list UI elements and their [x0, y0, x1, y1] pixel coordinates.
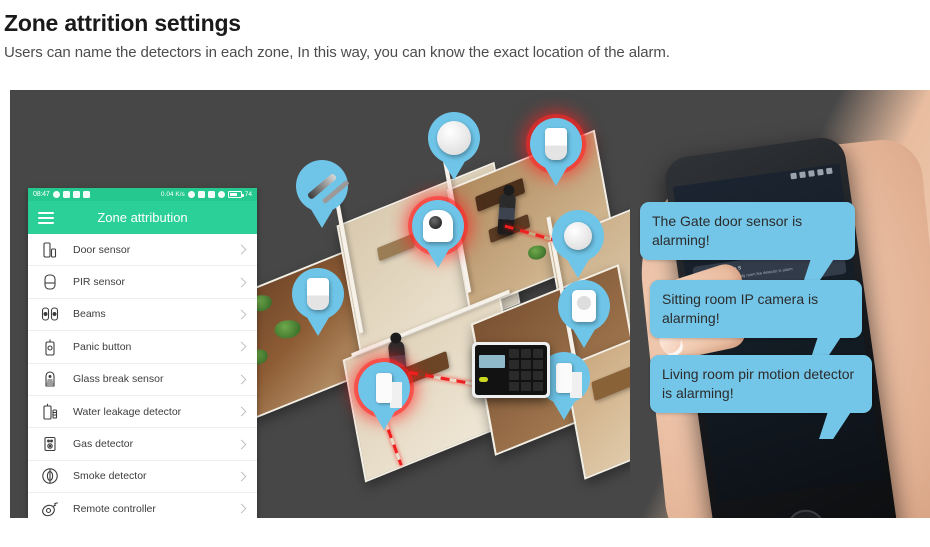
chevron-right-icon: [236, 277, 247, 288]
map-pin-pir-sensor-alarming[interactable]: [530, 118, 582, 170]
zone-label: Remote controller: [73, 502, 156, 515]
map-pin-smart-socket[interactable]: [558, 280, 610, 332]
app-status-bar: 08:47 0.04 K/s 74: [28, 188, 257, 201]
glass-break-icon: [38, 367, 62, 391]
alert-bubble-gate-door: The Gate door sensor is alarming!: [640, 202, 855, 260]
hero-panel: Jin An S 17:56 Study room fire detector …: [10, 90, 930, 518]
signal-icon: [207, 191, 215, 198]
page-title: Zone attrition settings: [4, 10, 241, 36]
chevron-right-icon: [236, 341, 247, 352]
zone-label: Smoke detector: [73, 470, 147, 483]
zone-item-smoke-detector[interactable]: Smoke detector: [28, 460, 257, 494]
zone-label: Door sensor: [73, 243, 131, 256]
zone-item-remote-controller[interactable]: Remote controller: [28, 493, 257, 518]
zone-label: Gas detector: [73, 438, 134, 451]
zone-item-gas-detector[interactable]: Gas detector: [28, 428, 257, 461]
smart-socket-device-icon: [572, 290, 596, 322]
status-battery-percent: 74: [244, 191, 252, 198]
smoke-detector-device-icon: [564, 222, 592, 250]
pir-sensor-icon: [38, 270, 62, 294]
zone-label: Beams: [73, 308, 106, 321]
map-pin-pir-sensor-2[interactable]: [292, 268, 344, 320]
alarm-host-panel[interactable]: [472, 342, 550, 398]
pir-sensor-device-icon: [545, 128, 567, 160]
app-header: Zone attribution: [28, 201, 257, 234]
message-icon: [52, 191, 60, 198]
alarm-clock-icon: [187, 191, 195, 198]
wifi-icon: [197, 191, 205, 198]
chevron-right-icon: [236, 406, 247, 417]
chevron-right-icon: [236, 244, 247, 255]
zone-label: Panic button: [73, 340, 132, 353]
smoke-detector-icon: [38, 464, 62, 488]
smart-home-illustration: [250, 90, 690, 518]
beams-icon: [38, 302, 62, 326]
gallery-icon: [72, 191, 80, 198]
mobile-app-screenshot: 08:47 0.04 K/s 74 Zone attribution Door …: [28, 188, 257, 518]
alarm-host-display: [479, 349, 505, 391]
phone-status-bar: [673, 164, 841, 199]
dnd-icon: [217, 191, 225, 198]
zone-item-pir-sensor[interactable]: PIR sensor: [28, 266, 257, 299]
zone-item-glass-break-sensor[interactable]: Glass break sensor: [28, 363, 257, 396]
status-time: 08:47: [33, 191, 50, 198]
map-pin-ip-camera-alarming[interactable]: [412, 200, 464, 252]
door-sensor-device-icon: [556, 363, 572, 393]
door-sensor-icon: [38, 238, 62, 262]
zone-item-beams[interactable]: Beams: [28, 298, 257, 332]
hamburger-icon[interactable]: [38, 211, 54, 224]
chevron-right-icon: [236, 374, 247, 385]
battery-icon: [227, 191, 244, 198]
chevron-right-icon: [236, 439, 247, 449]
zone-item-water-leakage-detector[interactable]: Water leakage detector: [28, 395, 257, 429]
phone-home-button[interactable]: [784, 507, 828, 518]
status-data-rate: 0.04 K/s: [160, 191, 185, 198]
zone-item-panic-button[interactable]: Panic button: [28, 331, 257, 364]
chevron-right-icon: [236, 309, 247, 320]
panic-button-icon: [38, 335, 62, 359]
smoke-detector-device-icon: [437, 121, 471, 155]
chevron-right-icon: [236, 503, 247, 514]
sim-icon: [82, 191, 90, 198]
door-sensor-device-icon: [376, 373, 392, 403]
zone-item-door-sensor[interactable]: Door sensor: [28, 234, 257, 267]
alert-bubble-pir-motion: Living room pir motion detector is alarm…: [650, 355, 872, 413]
alarm-host-keypad[interactable]: [508, 349, 543, 391]
beams-device-icon: [306, 172, 338, 200]
chevron-right-icon: [236, 471, 247, 482]
water-leakage-icon: [38, 400, 62, 424]
zone-list: Door sensor PIR sensor Beams Panic butto…: [28, 234, 257, 518]
page-subtitle: Users can name the detectors in each zon…: [4, 44, 670, 61]
alert-bubble-ip-camera: Sitting room IP camera is alarming!: [650, 280, 862, 338]
map-pin-smoke-detector-2[interactable]: [552, 210, 604, 262]
ip-camera-device-icon: [423, 210, 453, 242]
zone-label: Water leakage detector: [73, 405, 182, 418]
remote-controller-icon: [38, 497, 62, 518]
map-pin-beams[interactable]: [296, 160, 348, 212]
zone-label: PIR sensor: [73, 276, 125, 289]
map-pin-door-sensor-alarming[interactable]: [358, 362, 410, 414]
zone-label: Glass break sensor: [73, 373, 164, 386]
app-title: Zone attribution: [97, 210, 188, 225]
pir-sensor-device-icon: [307, 278, 329, 310]
map-pin-smoke-detector[interactable]: [428, 112, 480, 164]
page-header: Zone attrition settings Users can name t…: [0, 0, 930, 64]
sync-icon: [62, 191, 70, 198]
gas-detector-icon: [38, 432, 62, 456]
